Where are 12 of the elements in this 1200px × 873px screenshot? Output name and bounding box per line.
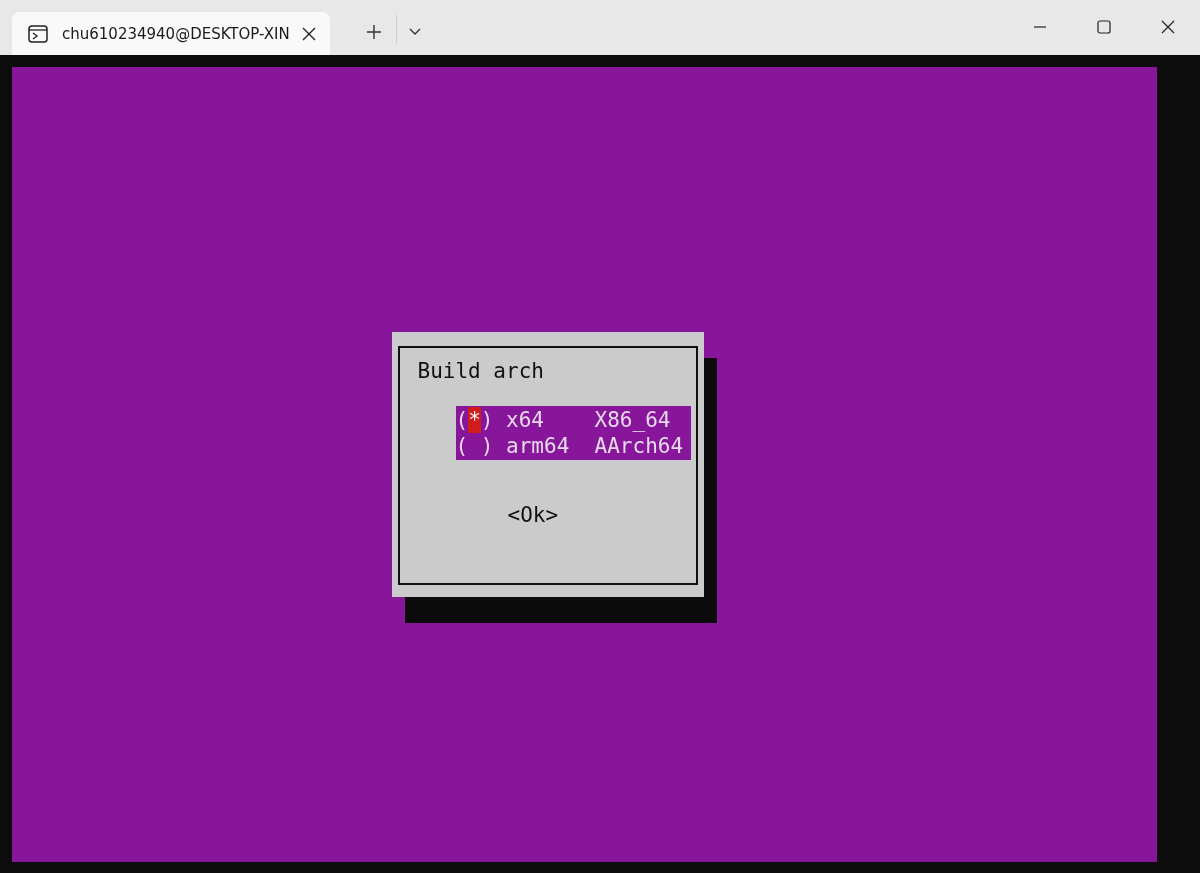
radio-option[interactable]: ( ) arm64 AArch64 [455, 433, 691, 459]
dropdown-chevron-icon[interactable] [409, 28, 421, 36]
tab-title: chu610234940@DESKTOP-XIN [62, 24, 291, 43]
terminal-tab[interactable]: chu610234940@DESKTOP-XIN [12, 12, 330, 55]
radio-option[interactable]: (*) x64 X86_64 [455, 407, 691, 433]
new-tab-icon[interactable] [366, 24, 382, 40]
terminal-icon [28, 24, 48, 43]
maximize-icon[interactable] [1097, 20, 1111, 34]
close-icon[interactable] [1161, 20, 1175, 34]
close-tab-icon[interactable] [302, 26, 316, 41]
ok-button[interactable]: <Ok> [507, 502, 559, 528]
dialog-title: Build arch [417, 358, 545, 384]
